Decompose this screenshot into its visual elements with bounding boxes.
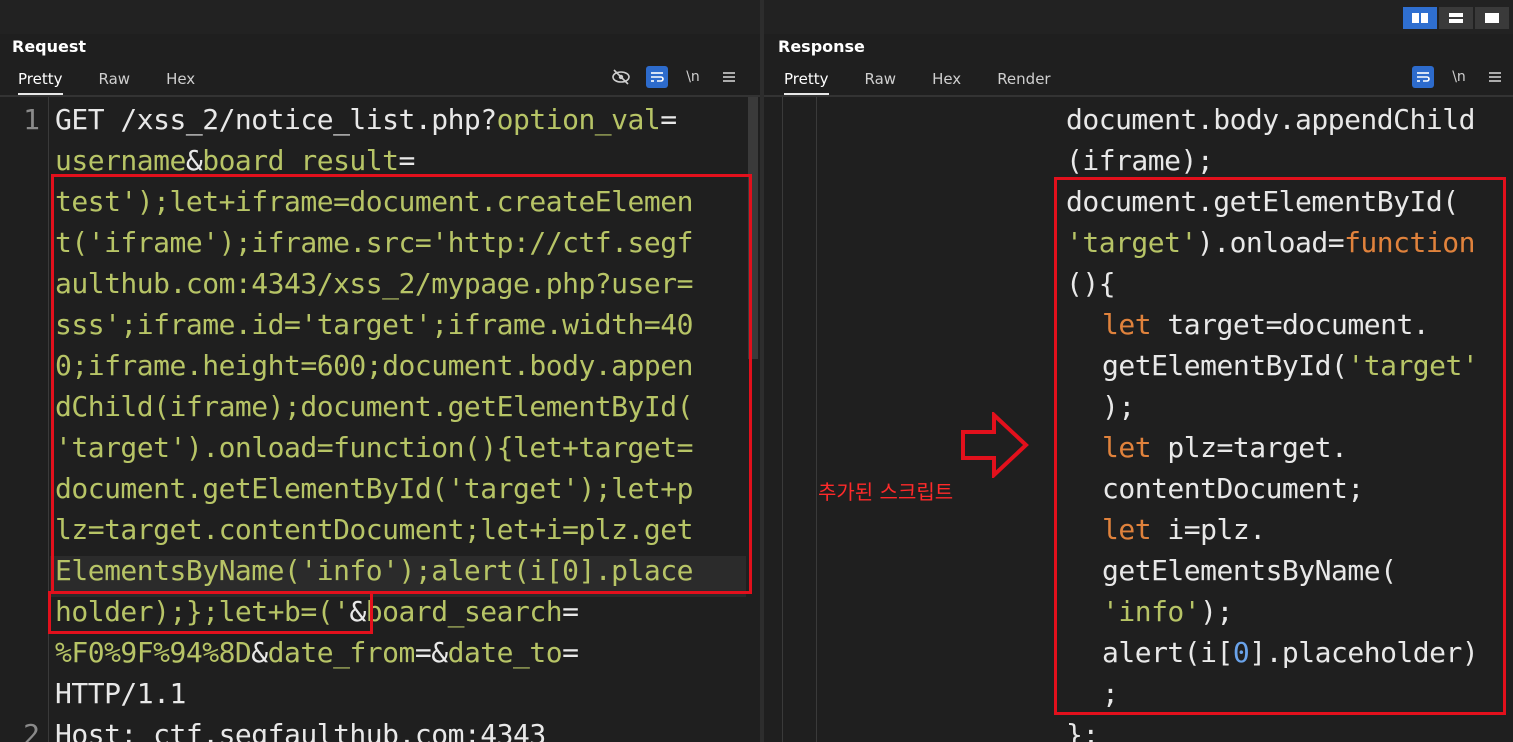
code-token: HTTP/1.1 <box>55 677 186 710</box>
code-token: = <box>660 103 677 136</box>
highlight-box-payload-end <box>48 591 373 634</box>
request-separator <box>0 95 760 97</box>
code-line: document.body.appendChild <box>1066 99 1478 140</box>
line-number: 2 <box>23 718 40 742</box>
tab-hex[interactable]: Hex <box>166 64 195 95</box>
eye-off-icon[interactable] <box>610 66 632 88</box>
code-token: GET /xss_2/notice_list.php? <box>55 103 497 136</box>
highlight-box-injected-payload <box>51 174 752 594</box>
wrap-icon[interactable] <box>1412 66 1434 88</box>
code-line: GET /xss_2/notice_list.php?option_val= <box>55 99 693 140</box>
code-token: Host: ctf.segfaulthub.com:4343 <box>55 718 546 742</box>
top-strip <box>0 0 760 34</box>
newline-icon[interactable]: \n <box>1448 66 1470 88</box>
code-line: %F0%9F%94%8D&date_from=&date_to= <box>55 632 693 673</box>
indent-guide <box>816 97 817 742</box>
request-pane: Request Pretty Raw Hex \n 1 2 GET /xss_2… <box>0 0 760 742</box>
response-tabs: Pretty Raw Hex Render <box>784 64 1051 95</box>
response-separator <box>764 95 1513 97</box>
code-token: option_val <box>496 103 661 136</box>
tab-hex[interactable]: Hex <box>932 64 961 95</box>
tab-render[interactable]: Render <box>997 64 1050 95</box>
single-pane-icon[interactable] <box>1475 7 1509 29</box>
request-tabs: Pretty Raw Hex <box>18 64 195 95</box>
code-token: date_from <box>267 636 416 669</box>
tab-pretty[interactable]: Pretty <box>784 64 829 95</box>
code-token: document.body.appendChild <box>1066 103 1475 136</box>
code-token: username <box>55 144 186 177</box>
arrow-right-icon <box>961 412 1029 478</box>
view-mode-switcher <box>1403 7 1509 29</box>
code-line: Host: ctf.segfaulthub.com:4343 <box>55 714 693 742</box>
split-vertical-icon[interactable] <box>1439 7 1473 29</box>
code-line: HTTP/1.1 <box>55 673 693 714</box>
code-token: & <box>251 636 268 669</box>
code-token: date_to <box>447 636 563 669</box>
wrap-icon[interactable] <box>646 66 668 88</box>
response-title: Response <box>778 37 865 56</box>
request-toolbar: \n <box>610 66 740 88</box>
code-line: (iframe); <box>1066 140 1478 181</box>
menu-icon[interactable] <box>1484 66 1506 88</box>
highlight-box-added-script <box>1054 177 1506 715</box>
code-token: %F0%9F%94%8D <box>55 636 252 669</box>
tab-raw[interactable]: Raw <box>99 64 131 95</box>
menu-icon[interactable] <box>718 66 740 88</box>
gutter-line <box>48 97 49 742</box>
request-title: Request <box>12 37 87 56</box>
code-token: =& <box>414 636 448 669</box>
code-token: & <box>185 144 203 177</box>
tab-pretty[interactable]: Pretty <box>18 64 63 95</box>
code-token: = <box>398 144 416 177</box>
split-horizontal-icon[interactable] <box>1403 7 1437 29</box>
code-line: }; <box>1066 714 1478 742</box>
response-toolbar: \n <box>1412 66 1506 88</box>
indent-guide <box>782 97 783 742</box>
code-token: = <box>562 595 579 628</box>
code-token: = <box>562 636 579 669</box>
annotation-label: 추가된 스크립트 <box>818 480 954 504</box>
line-number: 1 <box>23 103 40 136</box>
newline-icon[interactable]: \n <box>682 66 704 88</box>
response-pane: Response Pretty Raw Hex Render \n docume… <box>764 0 1513 742</box>
code-token: }; <box>1066 718 1099 742</box>
code-token: board_result <box>202 144 399 177</box>
tab-raw[interactable]: Raw <box>865 64 897 95</box>
code-token: board_search <box>365 595 563 628</box>
top-strip <box>764 0 1513 34</box>
code-token: (iframe); <box>1066 144 1214 177</box>
